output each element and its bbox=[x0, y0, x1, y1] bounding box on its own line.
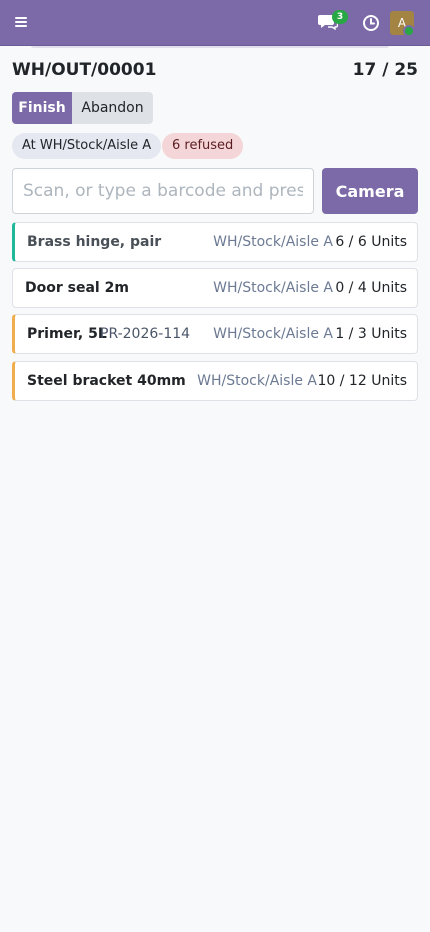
line-quantity: 10 / 12 Units bbox=[317, 373, 408, 389]
header-shadow bbox=[30, 44, 390, 48]
notification-badge: 3 bbox=[332, 10, 348, 24]
online-status-dot bbox=[403, 25, 415, 37]
refused-tag: 6 refused bbox=[162, 133, 244, 159]
move-line[interactable]: Steel bracket 40mm WH/Stock/Aisle A 10 /… bbox=[12, 361, 418, 401]
finish-button[interactable]: Finish bbox=[12, 92, 72, 124]
line-product-name: Primer, 5L bbox=[27, 326, 107, 342]
barcode-scan-input[interactable] bbox=[12, 168, 314, 214]
line-location: WH/Stock/Aisle A bbox=[197, 373, 317, 389]
line-quantity: 0 / 4 Units bbox=[335, 280, 407, 296]
line-location: WH/Stock/Aisle A bbox=[213, 326, 333, 342]
hamburger-menu-icon[interactable] bbox=[15, 16, 28, 29]
line-quantity: 1 / 3 Units bbox=[335, 326, 407, 342]
line-product-name: Brass hinge, pair bbox=[27, 234, 162, 250]
camera-button[interactable]: Camera bbox=[322, 168, 418, 214]
line-quantity: 6 / 6 Units bbox=[335, 234, 407, 250]
move-line[interactable]: Door seal 2m WH/Stock/Aisle A 0 / 4 Unit… bbox=[12, 268, 418, 308]
move-line[interactable]: Brass hinge, pair WH/Stock/Aisle A 6 / 6… bbox=[12, 222, 418, 262]
abandon-button[interactable]: Abandon bbox=[72, 92, 153, 124]
line-product-name: Steel bracket 40mm bbox=[27, 373, 186, 389]
line-lot-number: PR-2026-114 bbox=[100, 326, 191, 342]
line-product-name: Door seal 2m bbox=[25, 280, 129, 296]
picking-reference: WH/OUT/00001 bbox=[12, 60, 157, 80]
activity-clock-icon[interactable] bbox=[362, 14, 380, 32]
location-tag: At WH/Stock/Aisle A bbox=[12, 133, 162, 159]
top-navbar: 3 A bbox=[0, 0, 430, 46]
progress-counter: 17 / 25 bbox=[352, 60, 418, 80]
line-location: WH/Stock/Aisle A bbox=[213, 234, 333, 250]
move-line[interactable]: Primer, 5L PR-2026-114 WH/Stock/Aisle A … bbox=[12, 314, 418, 354]
line-location: WH/Stock/Aisle A bbox=[213, 280, 333, 296]
